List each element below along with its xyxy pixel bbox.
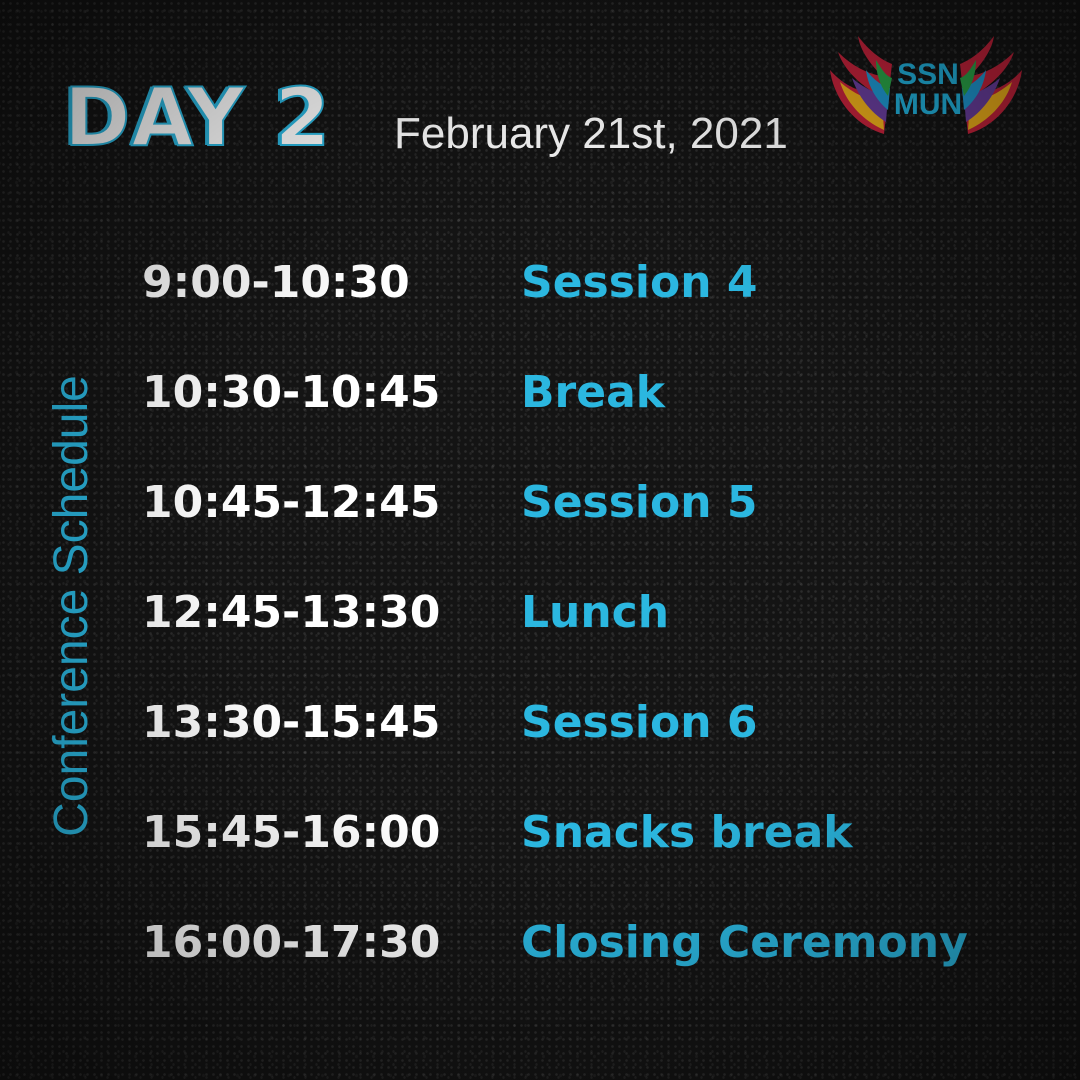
time-slot: 10:30-10:45 (142, 367, 441, 418)
time-slot: 9:00-10:30 (142, 257, 410, 308)
logo-line-ssn: SSN (897, 58, 959, 91)
event-name: Break (521, 367, 666, 418)
event-name: Lunch (521, 587, 670, 638)
schedule-poster: DAY 2 February 21st, 2021 SSN MUN Confer… (0, 0, 1080, 1080)
event-name: Closing Ceremony (521, 917, 968, 968)
time-slot: 12:45-13:30 (142, 587, 441, 638)
event-name: Session 5 (521, 477, 758, 528)
time-slot: 15:45-16:00 (142, 807, 441, 858)
logo-line-mun: MUN (893, 88, 963, 121)
time-slot: 13:30-15:45 (142, 697, 441, 748)
side-title: Conference Schedule (45, 375, 98, 837)
event-date: February 21st, 2021 (394, 109, 788, 158)
day-title: DAY 2 (63, 71, 332, 164)
event-name: Snacks break (521, 807, 853, 858)
ssn-mun-logo: SSN MUN (826, 30, 1026, 142)
event-name: Session 4 (521, 257, 758, 308)
time-slot: 10:45-12:45 (142, 477, 441, 528)
event-name: Session 6 (521, 697, 758, 748)
time-slot: 16:00-17:30 (142, 917, 441, 968)
logo-text: SSN MUN (882, 60, 974, 120)
